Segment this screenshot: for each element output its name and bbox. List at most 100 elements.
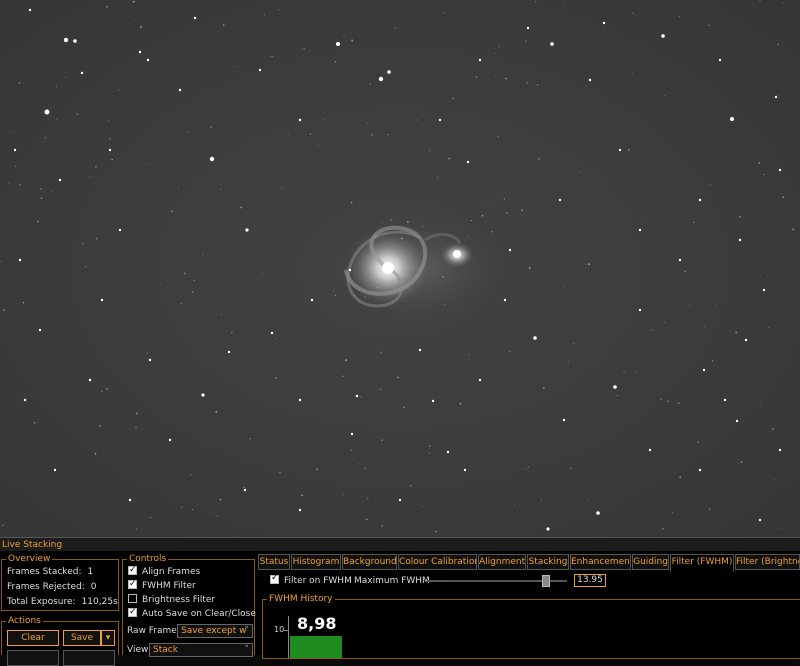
maximum-fwhm-slider[interactable] xyxy=(427,575,567,587)
auto-save-checkbox[interactable] xyxy=(128,606,137,618)
faint-star xyxy=(376,286,378,289)
save-dropdown-button[interactable]: ▾ xyxy=(101,630,115,646)
live-stacking-panel: Live Stacking Overview Frames Stacked: 1 … xyxy=(0,537,800,666)
star xyxy=(350,432,354,436)
faint-star xyxy=(711,360,714,362)
brightness-filter-option[interactable]: Brightness Filter xyxy=(128,594,215,606)
faint-star xyxy=(641,220,643,222)
tab-alignment[interactable]: Alignment xyxy=(478,554,526,570)
faint-star xyxy=(150,516,152,518)
faint-star xyxy=(443,12,445,14)
faint-star xyxy=(317,144,320,147)
raw-frames-select[interactable]: Save except w ˅ xyxy=(177,624,253,638)
slider-thumb[interactable] xyxy=(542,575,550,587)
filter-on-fwhm-option[interactable]: Filter on FWHM xyxy=(270,573,352,586)
star xyxy=(270,331,274,335)
faint-star xyxy=(409,484,412,487)
faint-star xyxy=(89,175,91,177)
star xyxy=(550,42,554,46)
star xyxy=(128,498,132,502)
tab-filter-fwhm[interactable]: Filter (FWHM) xyxy=(670,554,734,572)
faint-star xyxy=(514,503,516,505)
auto-save-option[interactable]: Auto Save on Clear/Close xyxy=(128,606,256,620)
faint-star xyxy=(381,524,384,527)
faint-star xyxy=(76,113,79,115)
tertiary-action-button[interactable] xyxy=(63,650,115,666)
fwhm-filter-checkbox[interactable] xyxy=(128,578,137,590)
faint-star xyxy=(663,95,665,97)
fwhm-filter-option[interactable]: FWHM Filter xyxy=(128,578,196,592)
filter-on-fwhm-checkbox[interactable] xyxy=(270,573,279,584)
faint-star xyxy=(422,506,423,507)
star xyxy=(53,468,57,472)
star xyxy=(138,50,142,54)
faint-star xyxy=(191,291,194,293)
star xyxy=(738,238,742,242)
faint-star xyxy=(345,359,347,362)
faint-star xyxy=(632,12,634,14)
align-frames-option[interactable]: Align Frames xyxy=(128,564,200,578)
total-exposure-value: 110,25s xyxy=(81,597,118,607)
star xyxy=(63,37,69,43)
faint-star xyxy=(586,499,588,501)
star xyxy=(298,118,302,122)
faint-star xyxy=(132,0,135,3)
faint-star xyxy=(521,209,523,212)
faint-star xyxy=(387,133,389,136)
brightness-filter-checkbox[interactable] xyxy=(128,594,137,603)
faint-star xyxy=(585,85,587,87)
clear-button[interactable]: Clear xyxy=(7,630,59,646)
faint-star xyxy=(495,52,497,54)
faint-star xyxy=(525,40,527,42)
tab-stacking[interactable]: Stacking xyxy=(527,554,569,570)
save-button[interactable]: Save xyxy=(63,630,101,646)
faint-star xyxy=(528,266,531,269)
faint-star xyxy=(428,149,431,151)
star xyxy=(533,336,537,340)
tab-enhancement[interactable]: Enhancement xyxy=(570,554,631,570)
faint-star xyxy=(660,398,662,400)
stacked-image-view[interactable] xyxy=(0,0,800,537)
star xyxy=(613,385,617,389)
tab-histogram[interactable]: Histogram xyxy=(291,554,341,570)
tab-status[interactable]: Status xyxy=(258,554,290,570)
star xyxy=(648,448,652,452)
star xyxy=(258,68,262,72)
y-axis-line xyxy=(288,616,289,658)
faint-star xyxy=(714,304,716,306)
star xyxy=(638,228,642,232)
faint-star xyxy=(444,304,446,306)
tab-guiding[interactable]: Guiding xyxy=(632,554,669,570)
faint-star xyxy=(452,97,455,100)
star xyxy=(508,248,512,252)
maximum-fwhm-input[interactable]: 13.95 xyxy=(574,574,606,587)
faint-star xyxy=(697,441,699,443)
tab-filter-brightness[interactable]: Filter (Brightnes xyxy=(735,554,800,570)
tab-background[interactable]: Background xyxy=(342,554,397,570)
star xyxy=(718,58,722,62)
faint-star xyxy=(585,263,587,265)
tab-colour-calibration[interactable]: Colour Calibration xyxy=(398,554,477,570)
faint-star xyxy=(534,1,536,3)
actions-group: Actions Clear Save ▾ xyxy=(1,616,119,666)
star xyxy=(348,268,352,272)
faint-star xyxy=(2,524,4,527)
faint-star xyxy=(135,426,137,429)
faint-star xyxy=(193,279,195,282)
faint-star xyxy=(758,162,761,164)
faint-star xyxy=(231,331,233,334)
y-axis-tick xyxy=(283,630,288,631)
star xyxy=(310,298,314,302)
secondary-action-button[interactable] xyxy=(7,650,59,666)
faint-star xyxy=(197,258,199,260)
star xyxy=(398,498,402,502)
star xyxy=(758,518,762,522)
star xyxy=(735,419,739,423)
star xyxy=(546,527,550,531)
align-frames-checkbox[interactable] xyxy=(128,564,137,576)
faint-star xyxy=(667,400,670,403)
faint-star xyxy=(279,471,281,474)
star xyxy=(227,350,231,354)
faint-star xyxy=(381,439,384,442)
faint-star xyxy=(44,137,47,139)
